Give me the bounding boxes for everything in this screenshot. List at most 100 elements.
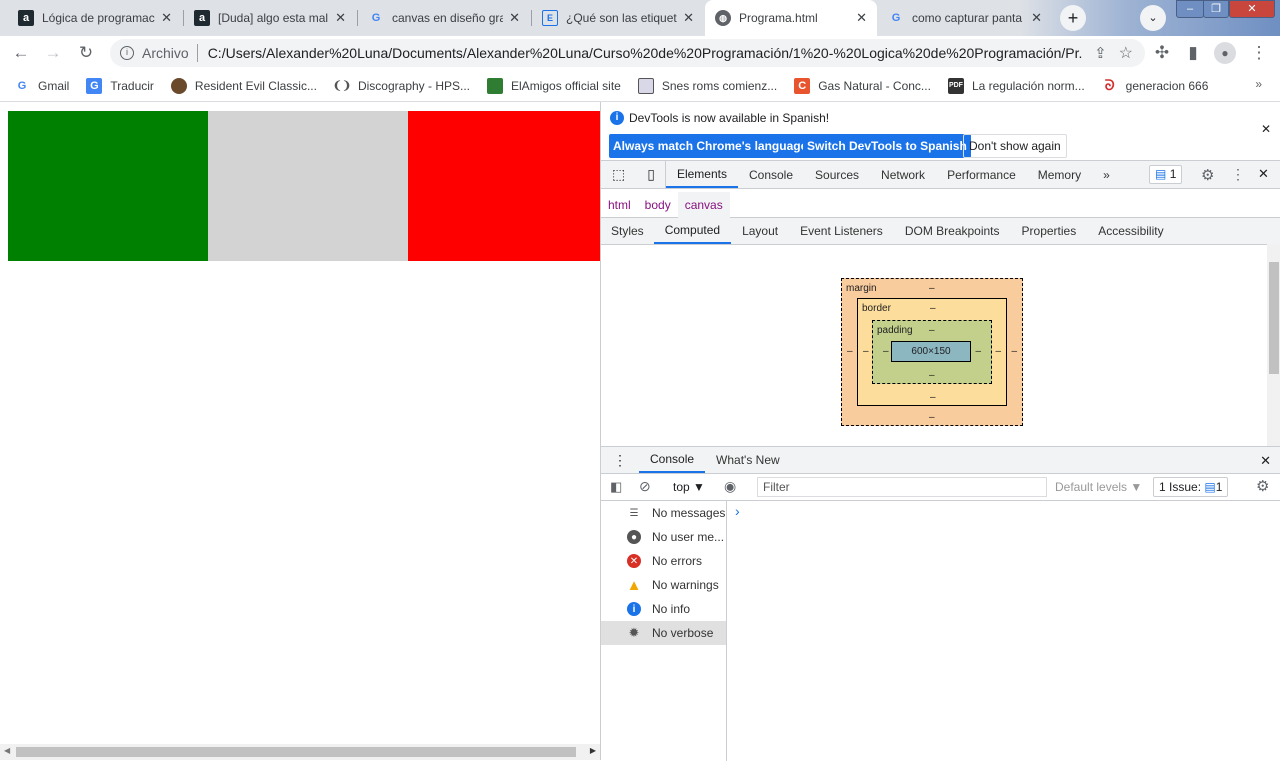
crumb-html[interactable]: html <box>601 192 638 218</box>
scrollbar-thumb[interactable] <box>16 747 576 757</box>
back-icon[interactable]: ← <box>10 42 32 64</box>
box-model-margin[interactable]: margin – – – – border – – – – padding – … <box>841 278 1023 426</box>
device-toolbar-icon[interactable]: ▯ <box>636 161 666 188</box>
close-drawer-icon[interactable]: ✕ <box>1260 453 1271 469</box>
tab-console[interactable]: Console <box>738 161 804 188</box>
minimize-button[interactable]: – <box>1176 0 1204 18</box>
sidebar-item-messages[interactable]: ☰ No messages <box>601 501 726 525</box>
info-icon[interactable]: i <box>120 46 134 60</box>
tab-elements[interactable]: Elements <box>665 161 738 188</box>
drawer-tabs: ⋮ Console What's New ✕ <box>601 447 1280 474</box>
settings-gear-icon[interactable]: ⚙ <box>1201 166 1214 184</box>
tab[interactable]: Gcomo capturar panta ✕ <box>878 0 1052 36</box>
close-tab-icon[interactable]: ✕ <box>683 10 694 26</box>
crumb-canvas[interactable]: canvas <box>677 191 730 218</box>
live-expression-eye-icon[interactable]: ◉ <box>724 478 736 495</box>
devtools-panel: i DevTools is now available in Spanish! … <box>600 102 1280 761</box>
sidebar-item-info[interactable]: i No info <box>601 597 726 621</box>
tab[interactable]: Gcanvas en diseño gra ✕ <box>358 0 530 36</box>
close-window-button[interactable]: ✕ <box>1229 0 1275 18</box>
tab-event-listeners[interactable]: Event Listeners <box>789 218 894 244</box>
box-model-border[interactable]: border – – – – padding – – – – 600×150 <box>857 298 1007 406</box>
more-bookmarks-icon[interactable]: » <box>1255 77 1262 91</box>
sidebar-item-errors[interactable]: ✕ No errors <box>601 549 726 573</box>
close-devtools-icon[interactable]: ✕ <box>1258 166 1269 182</box>
tab[interactable]: E ¿Qué son las etiqueta ✕ <box>532 0 704 36</box>
gas-natural-icon: C <box>794 77 811 94</box>
bookmark[interactable]: Snes roms comienz... <box>637 77 777 94</box>
console-settings-icon[interactable]: ⚙ <box>1256 477 1269 495</box>
close-infobar-icon[interactable]: ✕ <box>1261 122 1271 136</box>
forward-icon[interactable]: → <box>42 42 64 64</box>
tab-computed[interactable]: Computed <box>653 218 732 244</box>
issues-badge[interactable]: ▤ 1 <box>1149 165 1183 184</box>
close-tab-icon[interactable]: ✕ <box>509 10 520 26</box>
console-toolbar: ◧ ⊘ top ▼ ◉ Filter Default levels ▼ 1 Is… <box>601 474 1280 501</box>
clear-console-icon[interactable]: ⊘ <box>639 478 651 495</box>
close-tab-icon[interactable]: ✕ <box>1031 10 1042 26</box>
new-tab-button[interactable]: + <box>1060 5 1086 31</box>
tab-sources[interactable]: Sources <box>804 161 870 188</box>
restore-button[interactable]: ❐ <box>1203 0 1229 18</box>
tab[interactable]: a Lógica de programac ✕ <box>8 0 182 36</box>
box-model-content[interactable]: 600×150 <box>891 341 971 362</box>
tab-whats-new[interactable]: What's New <box>705 447 791 473</box>
box-model-padding[interactable]: padding – – – – 600×150 <box>872 320 992 384</box>
tab-properties[interactable]: Properties <box>1011 218 1088 244</box>
tab-layout[interactable]: Layout <box>731 218 789 244</box>
bookmark[interactable]: ᘐ generacion 666 <box>1102 77 1209 94</box>
tab-active[interactable]: ◍ Programa.html ✕ <box>705 0 877 36</box>
menu-icon[interactable]: ⋮ <box>1248 42 1270 64</box>
breadcrumb: html body canvas <box>601 191 1280 218</box>
close-tab-icon[interactable]: ✕ <box>335 10 346 26</box>
tab-drawer-console[interactable]: Console <box>639 447 706 473</box>
sidebar-toggle-icon[interactable]: ◧ <box>610 479 622 495</box>
extensions-icon[interactable]: ✣ <box>1151 42 1173 64</box>
switch-to-spanish-button[interactable]: Switch DevTools to Spanish <box>803 134 971 158</box>
tab-performance[interactable]: Performance <box>936 161 1027 188</box>
profile-avatar[interactable]: ● <box>1214 42 1236 64</box>
always-match-language-button[interactable]: Always match Chrome's language <box>609 134 812 158</box>
google-icon: G <box>17 79 27 92</box>
reload-icon[interactable]: ↻ <box>75 42 97 64</box>
sidebar-item-user-messages[interactable]: ● No user me... <box>601 525 726 549</box>
message-icon: ▤ <box>1155 167 1167 181</box>
page-viewport: ◀ ▶ <box>0 102 600 760</box>
context-selector[interactable]: top ▼ <box>673 480 705 494</box>
horizontal-scrollbar[interactable]: ◀ ▶ <box>0 744 600 760</box>
vertical-scrollbar[interactable] <box>1267 244 1280 446</box>
close-tab-icon[interactable]: ✕ <box>161 10 172 26</box>
dont-show-again-button[interactable]: Don't show again <box>963 134 1067 158</box>
tab-styles[interactable]: Styles <box>601 218 654 244</box>
crumb-body[interactable]: body <box>638 192 678 218</box>
address-bar[interactable]: i Archivo C:/Users/Alexander%20Luna/Docu… <box>110 39 1145 67</box>
tab-network[interactable]: Network <box>870 161 936 188</box>
issues-button[interactable]: 1 Issue: ▤1 <box>1153 477 1229 497</box>
bookmark[interactable]: PDF La regulación norm... <box>947 77 1085 94</box>
sidebar-item-verbose[interactable]: ✹ No verbose <box>601 621 726 645</box>
more-tabs-icon[interactable]: » <box>1092 161 1121 188</box>
bookmark[interactable]: ❨❩ Discography - HPS... <box>333 78 470 94</box>
inspect-icon[interactable]: ⬚ <box>601 161 636 188</box>
sidebar-item-warnings[interactable]: ▲ No warnings <box>601 573 726 597</box>
side-panel-icon[interactable]: ▮ <box>1182 42 1204 64</box>
star-icon[interactable]: ☆ <box>1119 43 1133 63</box>
tab-dom-breakpoints[interactable]: DOM Breakpoints <box>894 218 1011 244</box>
close-tab-icon[interactable]: ✕ <box>856 10 867 26</box>
log-levels-dropdown[interactable]: Default levels ▼ <box>1055 480 1142 494</box>
tab-search-button[interactable]: ⌄ <box>1140 5 1166 31</box>
tab[interactable]: a [Duda] algo esta mal ✕ <box>184 0 356 36</box>
more-options-icon[interactable]: ⋮ <box>1231 166 1245 183</box>
console-prompt[interactable]: › <box>735 503 740 519</box>
devtools-main-tabs: ⬚ ▯ Elements Console Sources Network Per… <box>601 161 1280 189</box>
filter-input[interactable]: Filter <box>757 477 1047 497</box>
bookmark[interactable]: Resident Evil Classic... <box>170 77 317 94</box>
bookmark[interactable]: ElAmigos official site <box>487 77 621 94</box>
bookmark[interactable]: G Traducir <box>86 77 154 94</box>
drawer-menu-icon[interactable]: ⋮ <box>601 447 639 473</box>
tab-memory[interactable]: Memory <box>1027 161 1092 188</box>
bookmark[interactable]: G Gmail <box>14 78 70 94</box>
bookmark[interactable]: C Gas Natural - Conc... <box>794 77 931 94</box>
share-icon[interactable]: ⇪ <box>1094 44 1107 62</box>
tab-accessibility[interactable]: Accessibility <box>1087 218 1174 244</box>
